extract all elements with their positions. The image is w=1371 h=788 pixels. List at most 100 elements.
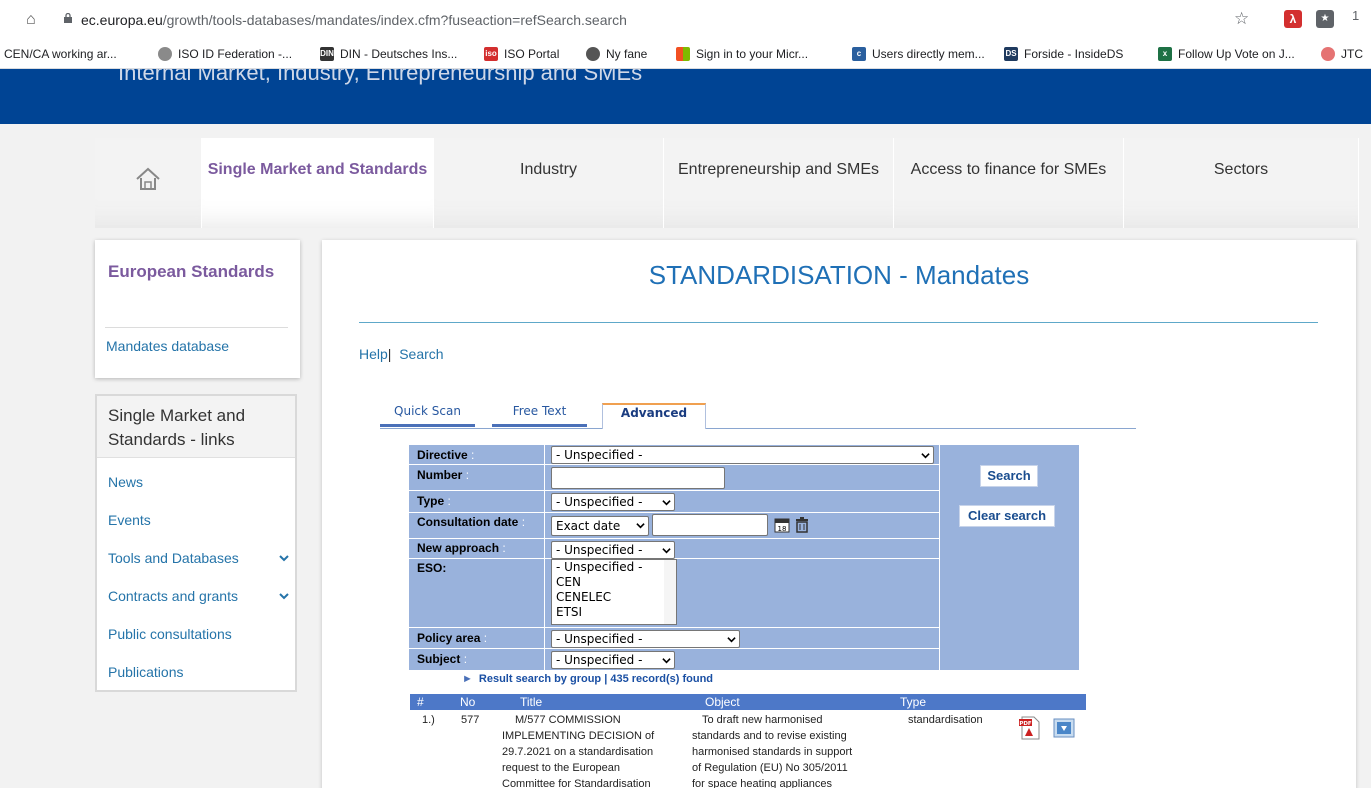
clear-search-button[interactable]: Clear search: [959, 505, 1055, 527]
chevron-down-icon: [921, 453, 930, 459]
subject-select[interactable]: - Unspecified -: [551, 651, 675, 669]
eso-listbox[interactable]: - Unspecified - CEN CENELEC ETSI: [551, 559, 677, 625]
pdf-extension-icon[interactable]: λ: [1284, 10, 1302, 28]
extension-label[interactable]: 1: [1352, 8, 1359, 23]
bookmark-item[interactable]: DS Forside - InsideDS: [1004, 47, 1123, 61]
sidebar-links-title: Single Market and Standards - links: [97, 396, 295, 458]
url-path: /growth/tools-databases/mandates/index.c…: [162, 12, 627, 28]
new-approach-select[interactable]: - Unspecified -: [551, 541, 675, 559]
nav-entrepreneurship[interactable]: Entrepreneurship and SMEs: [664, 138, 894, 228]
bookmark-label: ISO Portal: [504, 47, 560, 61]
column-header-type: Type: [900, 695, 927, 709]
bookmark-label: JTC: [1341, 47, 1363, 61]
eso-option[interactable]: CENELEC: [556, 590, 676, 605]
chevron-down-icon[interactable]: [279, 553, 289, 563]
tab-quick-scan[interactable]: Quick Scan: [380, 403, 475, 427]
row-object-line: standards and to revise existing: [692, 730, 847, 742]
search-button[interactable]: Search: [980, 465, 1038, 487]
bookmark-label: Ny fane: [606, 47, 648, 61]
bookmark-item[interactable]: c Users directly mem...: [852, 47, 985, 61]
tab-advanced[interactable]: Advanced: [602, 403, 706, 429]
row-title-line: IMPLEMENTING DECISION of: [502, 730, 655, 742]
divider: [359, 322, 1318, 323]
bookmark-item[interactable]: iso ISO Portal: [484, 47, 559, 61]
bookmark-label: CEN/CA working ar...: [4, 47, 117, 61]
eso-option[interactable]: - Unspecified -: [556, 560, 676, 575]
row-object: To draft new harmonised standards and to…: [692, 712, 892, 788]
consultation-date-label: Consultation date :: [417, 515, 526, 529]
policy-area-select[interactable]: - Unspecified -: [551, 630, 740, 648]
nav-access-finance[interactable]: Access to finance for SMEs: [894, 138, 1124, 228]
sidebar-link-tools[interactable]: Tools and Databases: [108, 550, 239, 566]
chevron-down-icon[interactable]: [279, 591, 289, 601]
trash-icon[interactable]: [795, 517, 809, 533]
sidebar-link-contracts[interactable]: Contracts and grants: [108, 588, 238, 604]
url-field[interactable]: ec.europa.eu/growth/tools-databases/mand…: [81, 12, 627, 28]
sidebar-link-news[interactable]: News: [108, 474, 143, 490]
bookmark-item[interactable]: CEN/CA working ar...: [4, 47, 117, 61]
sidebar-link-events[interactable]: Events: [108, 512, 151, 528]
bookmark-label: Sign in to your Micr...: [696, 47, 809, 61]
number-input[interactable]: [551, 467, 725, 489]
row-title[interactable]: M/577 COMMISSION IMPLEMENTING DECISION o…: [502, 712, 682, 788]
result-summary[interactable]: ► Result search by group | 435 record(s) …: [462, 673, 713, 685]
row-number: 577: [461, 714, 480, 726]
row-title-line: Committee for Standardisation: [502, 778, 651, 788]
bookmark-item[interactable]: Ny fane: [586, 47, 647, 61]
consultation-mode-select[interactable]: Exact date: [551, 516, 649, 536]
site-title: Internal Market, Industry, Entrepreneurs…: [118, 69, 643, 85]
download-icon[interactable]: [1053, 718, 1075, 738]
cen-icon: c: [852, 47, 866, 61]
bookmark-item[interactable]: x Follow Up Vote on J...: [1158, 47, 1295, 61]
column-header-index: #: [417, 695, 424, 709]
scrollbar[interactable]: [664, 560, 676, 624]
ds-icon: DS: [1004, 47, 1018, 61]
bookmark-label: Users directly mem...: [872, 47, 985, 61]
sidebar-links: Single Market and Standards - links News…: [95, 394, 297, 692]
sidebar-link-publications[interactable]: Publications: [108, 664, 184, 680]
chevron-down-icon: [662, 548, 671, 554]
globe-icon: [158, 47, 172, 61]
page-root: ⌂ ec.europa.eu/growth/tools-databases/ma…: [0, 0, 1371, 788]
subject-label: Subject :: [417, 652, 468, 666]
jtc-icon: [1321, 47, 1335, 61]
nav-home[interactable]: [95, 138, 202, 228]
nav-industry[interactable]: Industry: [434, 138, 664, 228]
bookmark-star-icon[interactable]: ☆: [1234, 9, 1249, 29]
lock-icon: [64, 13, 72, 23]
search-link[interactable]: Search: [399, 346, 443, 362]
chevron-down-icon: [662, 500, 671, 506]
nav-sectors[interactable]: Sectors: [1124, 138, 1359, 228]
calendar-icon[interactable]: 18: [774, 517, 790, 533]
bookmark-item[interactable]: ISO ID Federation -...: [158, 47, 292, 61]
home-icon[interactable]: ⌂: [26, 11, 36, 29]
tab-free-text[interactable]: Free Text: [492, 403, 587, 427]
directive-select[interactable]: - Unspecified -: [551, 446, 934, 464]
divider: [939, 445, 940, 670]
directive-label: Directive :: [417, 448, 475, 462]
help-search-links: Help| Search: [359, 346, 444, 362]
new-approach-label: New approach :: [417, 541, 506, 555]
help-link[interactable]: Help: [359, 346, 388, 362]
nav-single-market[interactable]: Single Market and Standards: [202, 138, 434, 228]
bookmark-label: DIN - Deutsches Ins...: [340, 47, 458, 61]
bookmark-item[interactable]: Sign in to your Micr...: [676, 47, 808, 61]
bookmarks-bar: CEN/CA working ar... ISO ID Federation -…: [0, 42, 1371, 69]
iso-icon: iso: [484, 47, 498, 61]
pdf-icon[interactable]: PDF: [1019, 716, 1041, 740]
bookmark-label: Follow Up Vote on J...: [1178, 47, 1295, 61]
bookmark-item[interactable]: JTC: [1321, 47, 1363, 61]
divider: [105, 327, 288, 328]
row-object-line: To draft new harmonised: [702, 714, 823, 726]
arrow-right-icon: ►: [462, 673, 473, 685]
consultation-date-input[interactable]: [652, 514, 768, 536]
eso-option[interactable]: ETSI: [556, 605, 676, 620]
results-table-header: # No Title Object Type: [410, 694, 1086, 710]
page-title: STANDARDISATION - Mandates: [648, 260, 1030, 290]
type-select[interactable]: - Unspecified -: [551, 493, 675, 511]
extension-icon[interactable]: ★: [1316, 10, 1334, 28]
sidebar-link-public-consultations[interactable]: Public consultations: [108, 626, 232, 642]
sidebar-link-mandates-database[interactable]: Mandates database: [106, 338, 229, 354]
bookmark-item[interactable]: DIN DIN - Deutsches Ins...: [320, 47, 457, 61]
eso-option[interactable]: CEN: [556, 575, 676, 590]
